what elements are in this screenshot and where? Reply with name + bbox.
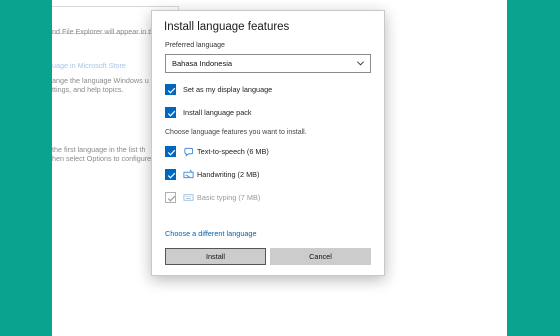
basic-typing-label: Basic typing (7 MB) (197, 193, 261, 202)
install-language-features-dialog: Install language features Preferred lang… (151, 10, 385, 276)
choose-different-language-link[interactable]: Choose a different language (165, 229, 257, 238)
checkmark-icon (167, 149, 176, 156)
text-to-speech-label: Text-to-speech (6 MB) (197, 147, 269, 156)
text-to-speech-checkbox[interactable] (165, 146, 176, 157)
checkmark-icon (167, 110, 176, 117)
preferred-language-select[interactable]: Bahasa Indonesia (165, 54, 371, 73)
install-button[interactable]: Install (165, 248, 266, 265)
cancel-button[interactable]: Cancel (270, 248, 371, 265)
keyboard-icon (183, 194, 194, 201)
background-text: the first language in the list th (52, 145, 146, 154)
checkmark-icon (167, 87, 176, 94)
checkmark-icon (167, 195, 176, 202)
handwriting-icon (183, 169, 194, 179)
background-text: ttings, and help topics. (52, 85, 124, 94)
handwriting-checkbox[interactable] (165, 169, 176, 180)
install-language-pack-checkbox[interactable] (165, 107, 176, 118)
desktop-background-right (507, 0, 560, 336)
basic-typing-checkbox (165, 192, 176, 203)
background-text: ange the language Windows u (52, 76, 149, 85)
set-display-language-label: Set as my display language (183, 85, 273, 94)
dialog-title: Install language features (164, 21, 290, 33)
set-display-language-checkbox[interactable] (165, 84, 176, 95)
handwriting-label: Handwriting (2 MB) (197, 170, 260, 179)
background-text: hen select Options to configure (52, 154, 152, 163)
background-text: nd File Explorer will appear in th (52, 27, 155, 36)
features-section-label: Choose language features you want to ins… (165, 129, 307, 136)
speech-icon (184, 147, 194, 157)
preferred-language-label: Preferred language (165, 42, 225, 49)
preferred-language-value: Bahasa Indonesia (172, 59, 233, 68)
background-store-link: uage in Microsoft Store (52, 61, 126, 70)
checkmark-icon (167, 172, 176, 179)
desktop-background-left (0, 0, 52, 336)
install-language-pack-label: Install language pack (183, 108, 252, 117)
chevron-down-icon (357, 61, 364, 66)
